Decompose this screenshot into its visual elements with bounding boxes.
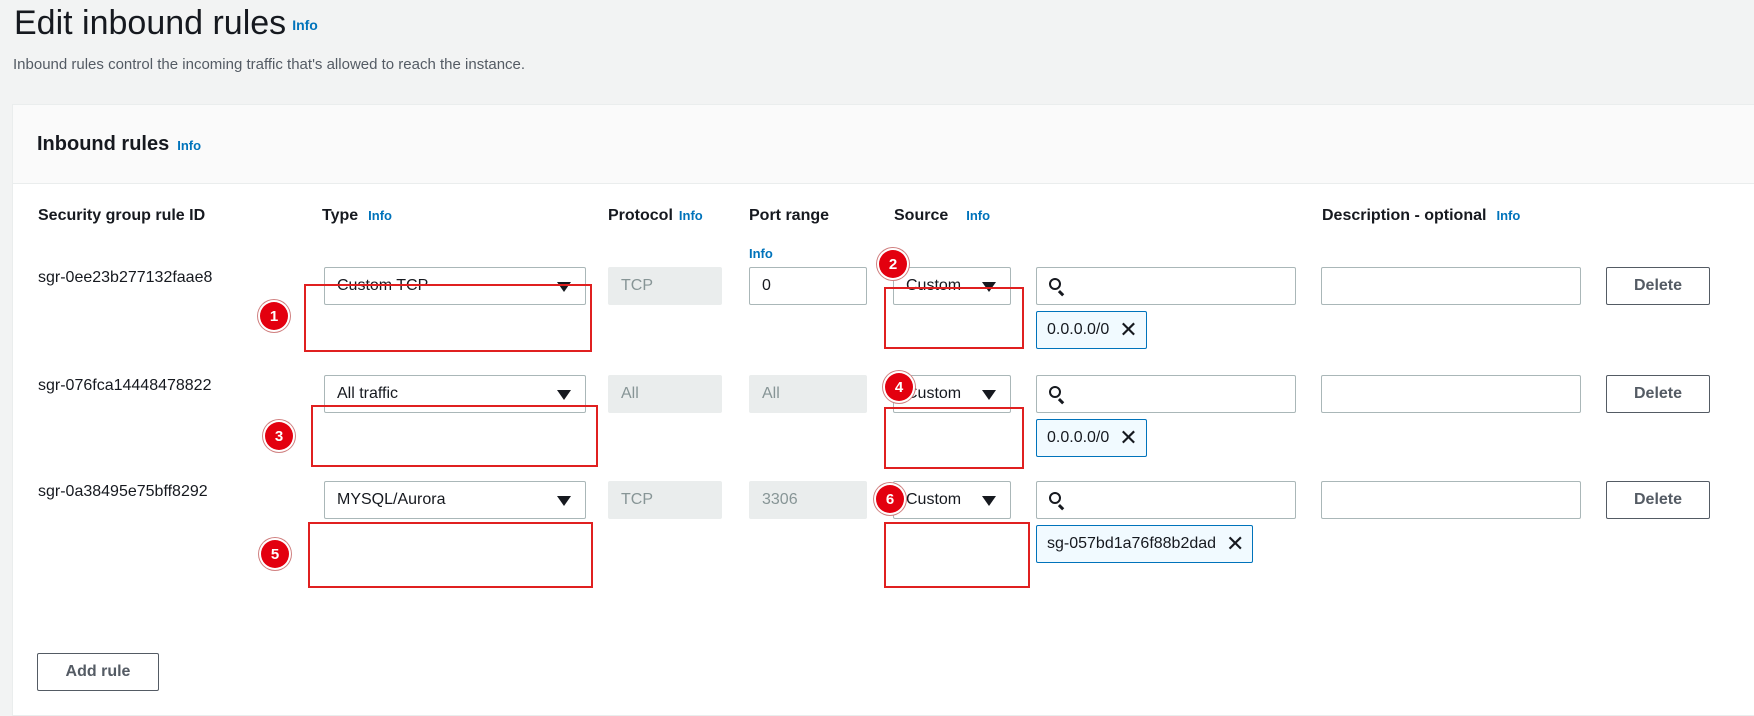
source-select-value: Custom [906, 491, 962, 508]
annotation-highlight-type-3 [308, 522, 593, 588]
source-info-link[interactable]: Info [966, 208, 990, 223]
protocol-field: TCP [608, 267, 722, 305]
column-header-type: Type Info [322, 207, 392, 225]
annotation-highlight-type-1 [304, 284, 592, 352]
annotation-badge-1: 1 [260, 302, 288, 330]
type-select-value: MYSQL/Aurora [337, 491, 446, 508]
rule-id: sgr-076fca14448478822 [38, 377, 212, 394]
column-header-source: Source Info [894, 207, 990, 225]
panel-header: Inbound rules Info [13, 105, 1754, 184]
page-description: Inbound rules control the incoming traff… [13, 56, 526, 73]
remove-token-icon[interactable]: ✕ [1119, 319, 1137, 341]
source-search-input[interactable] [1036, 267, 1296, 305]
delete-rule-button[interactable]: Delete [1606, 481, 1710, 519]
source-token-label: 0.0.0.0/0 [1047, 321, 1110, 338]
port-range-info-link[interactable]: Info [749, 246, 773, 261]
type-select-value: All traffic [337, 385, 399, 402]
description-info-link[interactable]: Info [1496, 208, 1520, 223]
source-token: 0.0.0.0/0 ✕ [1036, 311, 1147, 349]
column-header-rule-id: Security group rule ID [38, 207, 206, 224]
source-select-value: Custom [906, 385, 962, 402]
type-info-link[interactable]: Info [368, 208, 392, 223]
column-header-description-label: Description - optional [1322, 207, 1487, 224]
search-icon [1049, 386, 1061, 398]
panel-title-text: Inbound rules [37, 133, 170, 155]
rule-id: sgr-0ee23b277132faae8 [38, 269, 213, 286]
caret-down-icon [982, 496, 996, 506]
inbound-rules-panel: Inbound rules Info Security group rule ID… [12, 104, 1754, 716]
remove-token-icon[interactable]: ✕ [1226, 533, 1244, 555]
caret-down-icon [982, 390, 996, 400]
annotation-highlight-type-2 [311, 405, 598, 467]
rule-id: sgr-0a38495e75bff8292 [38, 483, 208, 500]
annotation-badge-3: 3 [265, 422, 293, 450]
port-range-input[interactable]: 0 [749, 267, 867, 305]
add-rule-button[interactable]: Add rule [37, 653, 159, 691]
delete-rule-button[interactable]: Delete [1606, 267, 1710, 305]
caret-down-icon [557, 390, 571, 400]
annotation-highlight-source-2 [884, 407, 1024, 469]
description-input[interactable] [1321, 481, 1581, 519]
page-title-text: Edit inbound rules [14, 4, 287, 42]
column-header-port-range-info: Info [749, 245, 773, 263]
column-header-port-range: Port range [749, 207, 830, 224]
annotation-badge-2: 2 [879, 250, 907, 278]
column-header-protocol-label: Protocol [608, 207, 673, 224]
column-header-source-label: Source [894, 207, 949, 224]
source-token-label: sg-057bd1a76f88b2dad [1047, 535, 1217, 552]
delete-rule-button[interactable]: Delete [1606, 375, 1710, 413]
protocol-info-link[interactable]: Info [679, 208, 703, 223]
column-header-type-label: Type [322, 207, 359, 224]
source-search-input[interactable] [1036, 375, 1296, 413]
panel-info-link[interactable]: Info [177, 138, 201, 153]
remove-token-icon[interactable]: ✕ [1119, 427, 1137, 449]
annotation-badge-4: 4 [885, 373, 913, 401]
annotation-badge-5: 5 [261, 540, 289, 568]
protocol-field: TCP [608, 481, 722, 519]
source-token: 0.0.0.0/0 ✕ [1036, 419, 1147, 457]
annotation-highlight-source-1 [884, 287, 1024, 349]
column-header-protocol: Protocol Info [608, 207, 703, 225]
source-search-input[interactable] [1036, 481, 1296, 519]
column-header-description: Description - optional Info [1322, 207, 1520, 225]
page-title-info-link[interactable]: Info [292, 17, 318, 33]
search-icon [1049, 278, 1061, 290]
page-title: Edit inbound rules Info [14, 4, 318, 43]
description-input[interactable] [1321, 375, 1581, 413]
source-token: sg-057bd1a76f88b2dad ✕ [1036, 525, 1254, 563]
annotation-badge-6: 6 [876, 485, 904, 513]
search-icon [1049, 492, 1061, 504]
annotation-highlight-source-3 [884, 522, 1030, 588]
source-token-label: 0.0.0.0/0 [1047, 429, 1110, 446]
caret-down-icon [557, 496, 571, 506]
source-select[interactable]: Custom [893, 481, 1011, 519]
description-input[interactable] [1321, 267, 1581, 305]
protocol-field: All [608, 375, 722, 413]
port-range-field: All [749, 375, 867, 413]
type-select[interactable]: MYSQL/Aurora [324, 481, 586, 519]
panel-title: Inbound rules Info [37, 133, 201, 156]
port-range-field: 3306 [749, 481, 867, 519]
